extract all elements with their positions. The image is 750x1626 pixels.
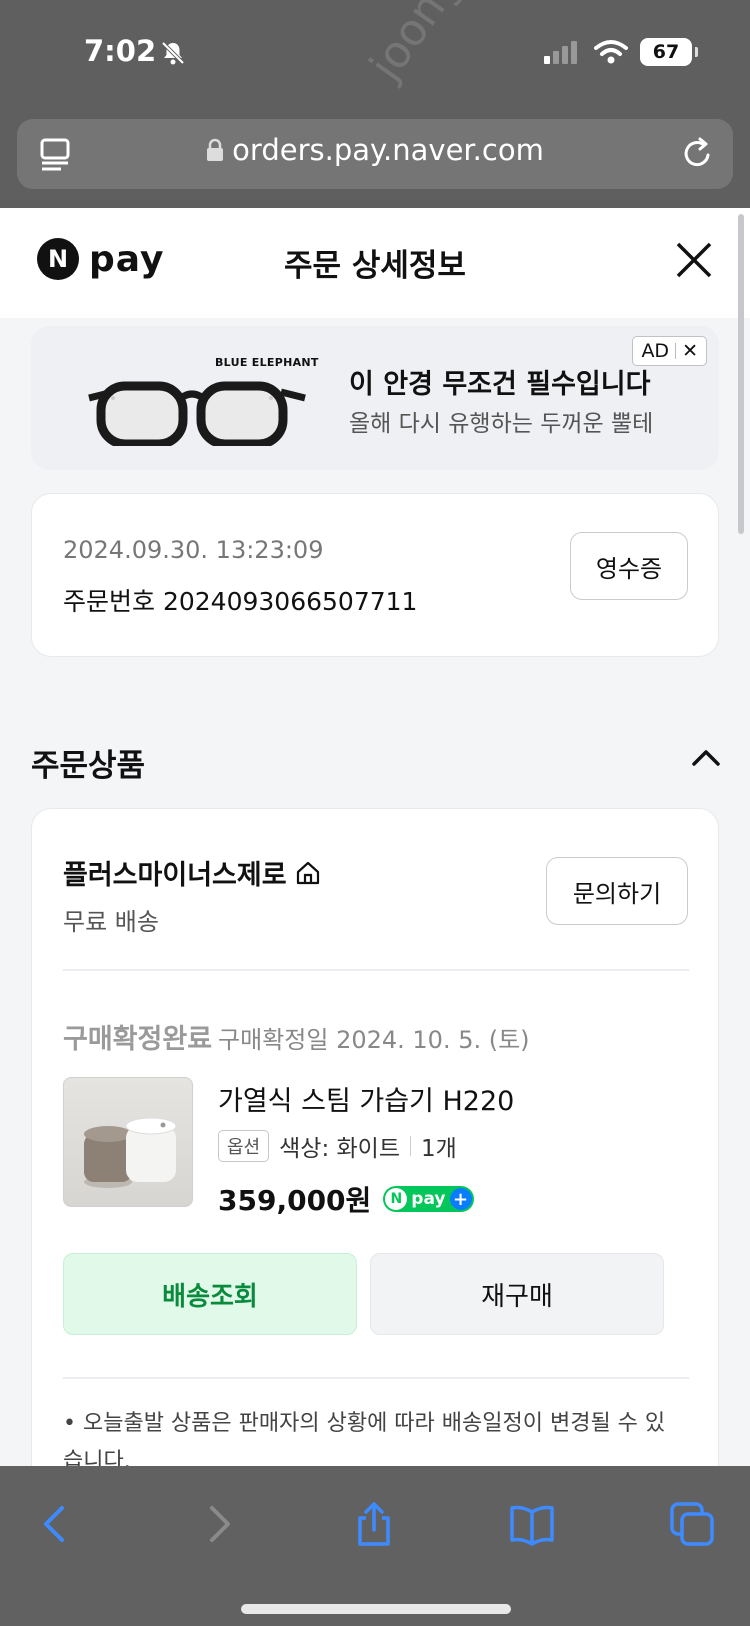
npay-badge-text: pay [411, 1189, 446, 1209]
ad-badge-divider [675, 343, 677, 359]
inquiry-button[interactable]: 문의하기 [546, 857, 688, 925]
wifi-icon [594, 40, 628, 64]
product-thumbnail[interactable] [63, 1077, 193, 1207]
url-text: orders.pay.naver.com [232, 133, 544, 167]
product-name[interactable]: 가열식 스팀 가습기 H220 [218, 1079, 514, 1118]
browser-toolbar [0, 1466, 750, 1626]
receipt-button[interactable]: 영수증 [570, 532, 688, 600]
quantity: 1개 [421, 1136, 457, 1162]
browser-chrome: 7:02 67 orders.pay.naver.com [0, 0, 750, 208]
confirm-date: 구매확정일 2024. 10. 5. (토) [218, 1026, 530, 1054]
divider [63, 969, 689, 971]
status-indicators: 67 [542, 38, 698, 66]
reload-icon[interactable] [681, 135, 715, 171]
battery-indicator: 67 [640, 38, 698, 66]
order-product-card: 플러스마이너스제로 무료 배송 문의하기 구매확정완료 구매확정일 2024. 1… [31, 808, 719, 1466]
order-detail-page: N pay 주문 상세정보 BLUE ELEPHANT 이 안경 무조건 필수입… [0, 208, 750, 1466]
section-title: 주문상품 [31, 748, 146, 784]
status-time: 7:02 [84, 34, 157, 68]
cellular-signal-icon [544, 41, 577, 64]
tabs-icon[interactable] [668, 1500, 716, 1548]
seller-name-text: 플러스마이너스제로 [63, 860, 287, 891]
watermark: joonggonara [360, 0, 560, 89]
shipping-fee: 무료 배송 [63, 908, 159, 936]
lock-icon [207, 138, 224, 161]
ad-banner[interactable]: BLUE ELEPHANT 이 안경 무조건 필수입니다 올해 다시 유행하는 … [31, 326, 719, 470]
order-datetime: 2024.09.30. 13:23:09 [63, 536, 324, 564]
share-icon[interactable] [350, 1500, 398, 1548]
product-price: 359,000원 [218, 1184, 372, 1217]
page-header: N pay 주문 상세정보 [0, 208, 750, 318]
ad-close-icon[interactable]: ✕ [682, 340, 698, 362]
divider [63, 1377, 689, 1379]
ad-badge[interactable]: AD ✕ [632, 336, 707, 366]
status-text: 구매확정완료 [63, 1024, 213, 1055]
npay-plus-badge: N pay + [383, 1186, 474, 1212]
ad-brand: BLUE ELEPHANT [215, 356, 319, 369]
rebuy-button[interactable]: 재구매 [370, 1253, 664, 1335]
ad-title: 이 안경 무조건 필수입니다 [349, 369, 651, 400]
seller-name[interactable]: 플러스마이너스제로 [63, 853, 321, 892]
forward-icon[interactable] [194, 1500, 242, 1548]
track-delivery-button[interactable]: 배송조회 [63, 1253, 357, 1335]
purchase-status: 구매확정완료 구매확정일 2024. 10. 5. (토) [63, 1017, 530, 1056]
option-value: 색상: 화이트 [279, 1136, 400, 1162]
product-options: 옵션 색상: 화이트 1개 [218, 1129, 457, 1163]
ad-subtitle: 올해 다시 유행하는 두꺼운 뿔테 [349, 411, 654, 437]
back-icon[interactable] [32, 1500, 80, 1548]
option-tag: 옵션 [218, 1130, 270, 1162]
npay-badge-plus: + [449, 1188, 472, 1210]
address-bar[interactable]: orders.pay.naver.com [17, 119, 733, 189]
humidifier-image [84, 1117, 177, 1188]
scrollbar[interactable] [738, 214, 744, 534]
page-title: 주문 상세정보 [284, 248, 466, 284]
home-indicator[interactable] [241, 1604, 511, 1614]
shipping-notice: • 오늘출발 상품은 판매자의 상황에 따라 배송일정이 변경될 수 있습니다. [63, 1411, 666, 1466]
price-row: 359,000원 N pay + [218, 1179, 474, 1219]
order-number: 주문번호 2024093066507711 [63, 587, 418, 616]
option-separator [410, 1136, 411, 1156]
ad-label: AD [641, 340, 670, 362]
url-display[interactable]: orders.pay.naver.com [17, 133, 733, 167]
close-icon[interactable] [672, 238, 716, 282]
bell-slash-icon [161, 41, 185, 65]
chevron-up-icon[interactable] [690, 746, 722, 770]
order-info-card: 2024.09.30. 13:23:09 주문번호 20240930665077… [31, 493, 719, 657]
store-home-icon [296, 861, 319, 884]
bookmarks-icon[interactable] [508, 1500, 556, 1548]
npay-badge-n: N [385, 1188, 408, 1210]
